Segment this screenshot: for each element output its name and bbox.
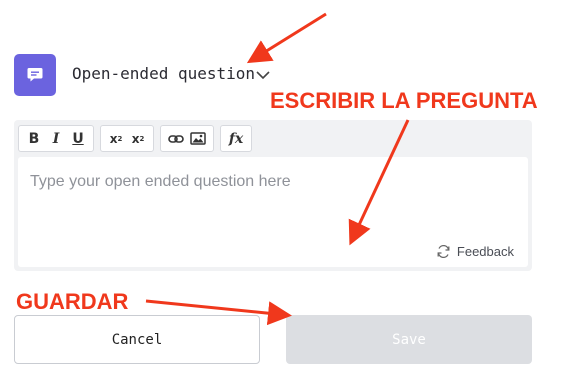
superscript-button[interactable]: x2 bbox=[105, 128, 127, 150]
arrow-to-question-type bbox=[246, 12, 327, 64]
italic-button[interactable]: I bbox=[45, 128, 67, 150]
question-type-icon bbox=[14, 54, 56, 96]
question-type-label[interactable]: Open-ended question bbox=[72, 64, 255, 83]
link-icon bbox=[168, 134, 184, 143]
feedback-button[interactable]: Feedback bbox=[436, 244, 514, 259]
image-icon bbox=[190, 132, 206, 145]
annotation-save: GUARDAR bbox=[16, 289, 129, 314]
message-icon bbox=[27, 68, 43, 82]
arrow-to-save bbox=[145, 299, 292, 326]
underline-button[interactable]: U bbox=[67, 128, 89, 150]
script-group: x2 x2 bbox=[100, 125, 154, 152]
annotation-write-question: ESCRIBIR LA PREGUNTA bbox=[270, 88, 538, 113]
superscript-mark: 2 bbox=[117, 134, 123, 143]
formatting-toolbar: B I U x2 x2 fx bbox=[18, 125, 258, 152]
subscript-base: x bbox=[131, 131, 140, 146]
superscript-base: x bbox=[109, 131, 118, 146]
bold-button[interactable]: B bbox=[23, 128, 45, 150]
insert-image-button[interactable] bbox=[187, 128, 209, 150]
save-button[interactable]: Save bbox=[286, 315, 532, 364]
text-style-group: B I U bbox=[18, 125, 94, 152]
formula-group: fx bbox=[220, 125, 252, 152]
subscript-button[interactable]: x2 bbox=[127, 128, 149, 150]
question-text-input[interactable]: Type your open ended question here Feedb… bbox=[18, 157, 528, 267]
formula-button[interactable]: fx bbox=[225, 128, 247, 150]
question-placeholder: Type your open ended question here bbox=[30, 173, 291, 190]
feedback-label: Feedback bbox=[456, 244, 514, 259]
subscript-mark: 2 bbox=[139, 134, 145, 143]
chevron-down-icon[interactable] bbox=[255, 69, 271, 81]
insert-group bbox=[160, 125, 214, 152]
insert-link-button[interactable] bbox=[165, 128, 187, 150]
refresh-icon bbox=[437, 244, 450, 259]
cancel-button[interactable]: Cancel bbox=[14, 315, 260, 364]
